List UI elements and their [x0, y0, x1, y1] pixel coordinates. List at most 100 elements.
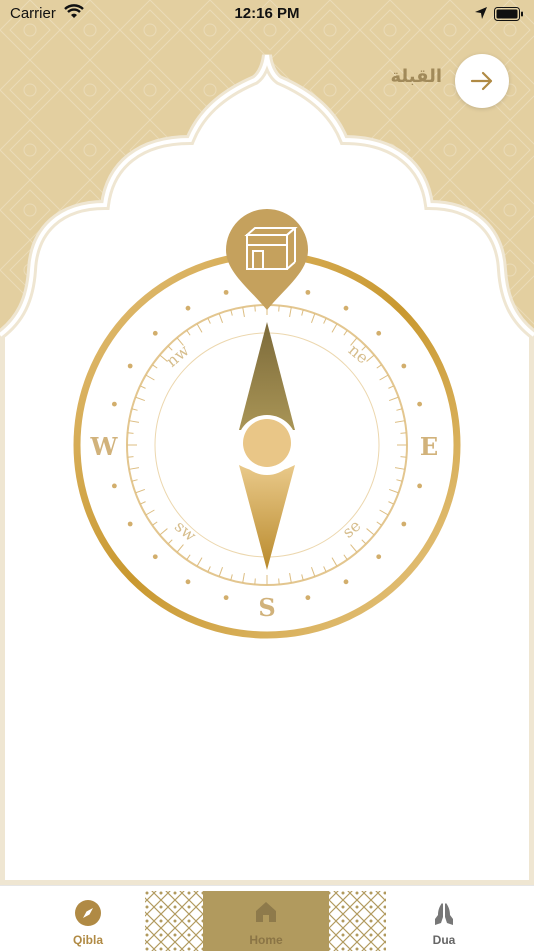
tick-mark	[254, 578, 256, 585]
tick-mark	[361, 539, 367, 545]
tick-mark	[289, 307, 292, 318]
south-label: S	[258, 593, 275, 622]
tick-mark	[400, 432, 407, 434]
tick-mark	[278, 305, 280, 312]
tick-mark	[129, 420, 140, 423]
tick-mark	[242, 572, 245, 583]
tab-qibla[interactable]: Qibla	[40, 886, 136, 951]
dot-mark	[111, 401, 117, 407]
dot-mark	[127, 363, 133, 369]
tick-mark	[152, 364, 158, 369]
tick-mark	[127, 432, 134, 434]
dot-mark	[223, 289, 229, 295]
tick-mark	[310, 313, 316, 324]
tick-mark	[301, 574, 304, 581]
tick-mark	[310, 566, 316, 577]
tick-mark	[131, 479, 138, 482]
tick-mark	[379, 374, 389, 381]
dot-mark	[305, 289, 311, 295]
tick-mark	[331, 323, 338, 333]
northeast-label: ne	[345, 340, 372, 367]
tick-mark	[394, 467, 405, 470]
dot-mark	[223, 595, 229, 601]
east-label: E	[420, 432, 438, 461]
dot-mark	[111, 483, 117, 489]
tab-label: Qibla	[72, 933, 103, 947]
dot-mark	[185, 305, 191, 311]
dot-mark	[401, 363, 407, 369]
dot-mark	[343, 579, 349, 585]
tab-label: Dua	[432, 933, 456, 947]
tab-label: Home	[249, 933, 283, 947]
tick-mark	[218, 566, 224, 577]
tick-mark	[207, 317, 211, 324]
tab-home[interactable]: Home	[140, 886, 392, 951]
tick-mark	[135, 488, 146, 494]
tick-mark	[127, 456, 134, 458]
tick-mark	[394, 420, 405, 423]
tick-mark	[343, 554, 348, 560]
dot-mark	[401, 521, 407, 527]
tick-mark	[129, 467, 140, 470]
tick-mark	[186, 554, 191, 560]
tick-mark	[152, 521, 158, 526]
dot-mark	[127, 521, 133, 527]
tick-mark	[159, 528, 168, 536]
tick-mark	[376, 521, 382, 526]
tick-mark	[196, 323, 203, 333]
tick-mark	[388, 501, 395, 505]
tick-mark	[139, 501, 146, 505]
tick-mark	[135, 396, 146, 402]
tick-mark	[278, 578, 280, 585]
tick-mark	[167, 539, 173, 545]
dot-mark	[376, 554, 382, 560]
compass-icon	[74, 899, 102, 932]
tick-mark	[331, 557, 338, 567]
west-label: W	[90, 432, 119, 461]
tick-mark	[289, 572, 292, 583]
dot-mark	[152, 554, 158, 560]
tick-mark	[323, 317, 327, 324]
dot-mark	[185, 579, 191, 585]
tick-mark	[396, 479, 403, 482]
southeast-label: se	[339, 516, 365, 542]
tick-mark	[350, 544, 358, 553]
qibla-compass: W E S nw ne sw se	[73, 208, 461, 639]
tick-mark	[230, 309, 233, 316]
tick-mark	[131, 408, 138, 411]
tick-mark	[230, 574, 233, 581]
tick-mark	[388, 488, 399, 494]
tick-mark	[388, 385, 395, 389]
needle-north	[239, 322, 295, 430]
tick-mark	[254, 305, 256, 312]
needle-south	[239, 465, 295, 570]
tick-mark	[376, 364, 382, 369]
tick-mark	[242, 307, 245, 318]
tick-mark	[323, 566, 327, 573]
dot-mark	[417, 401, 423, 407]
tick-mark	[343, 330, 348, 336]
tab-dua[interactable]: Dua	[396, 886, 492, 951]
tick-mark	[379, 509, 389, 516]
dot-mark	[376, 330, 382, 336]
tick-mark	[196, 557, 203, 567]
tick-mark	[388, 396, 399, 402]
tab-bar: Qibla Home Dua	[0, 885, 534, 951]
tick-mark	[301, 309, 304, 316]
tick-mark	[400, 456, 407, 458]
tick-mark	[139, 385, 146, 389]
home-icon	[253, 899, 279, 930]
dot-mark	[152, 330, 158, 336]
southwest-label: sw	[171, 516, 200, 545]
dot-mark	[305, 595, 311, 601]
tick-mark	[218, 313, 224, 324]
dot-mark	[343, 305, 349, 311]
tick-mark	[207, 566, 211, 573]
northwest-label: nw	[162, 341, 193, 371]
needle-center	[243, 419, 291, 467]
tick-mark	[145, 509, 155, 516]
tick-mark	[366, 528, 375, 536]
tick-mark	[186, 330, 191, 336]
tick-mark	[396, 408, 403, 411]
dot-mark	[417, 483, 423, 489]
